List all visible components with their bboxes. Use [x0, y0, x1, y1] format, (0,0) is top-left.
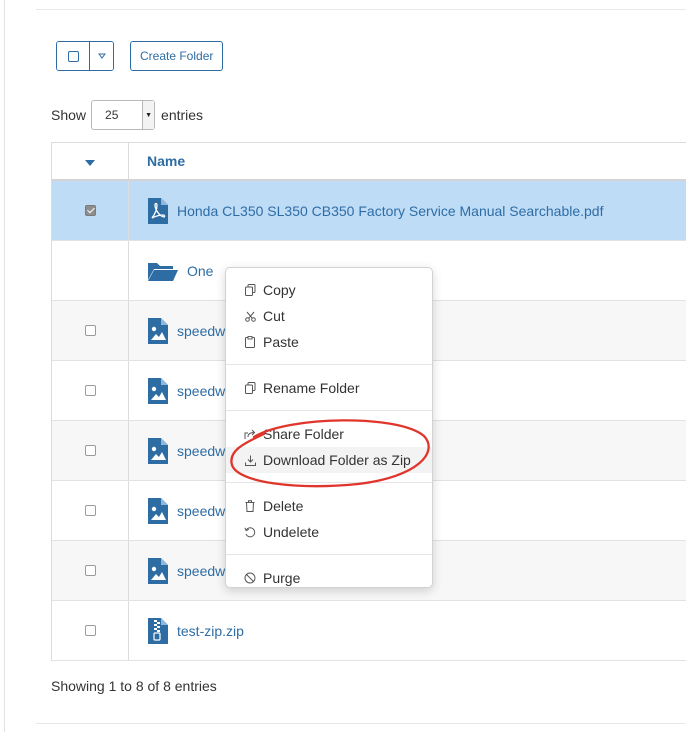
row-checkbox-cell [52, 241, 129, 300]
page-size-value: 25 [105, 108, 119, 122]
row-checkbox-cell [52, 361, 129, 420]
context-menu: Copy Cut Paste Rename Folder Share Folde… [225, 267, 433, 588]
row-checkbox-cell [52, 601, 129, 660]
table-header-row: Name [52, 143, 686, 181]
menu-item-cut[interactable]: Cut [226, 303, 432, 329]
checkbox-icon [67, 50, 79, 62]
ban-icon [244, 572, 256, 584]
sort-column-header[interactable] [52, 143, 129, 179]
select-all-checkbox-button[interactable] [57, 42, 89, 70]
image-file-icon [147, 557, 169, 585]
menu-item-purge[interactable]: Purge [226, 565, 432, 591]
row-checkbox[interactable] [84, 625, 96, 636]
menu-item-delete[interactable]: Delete [226, 493, 432, 519]
menu-item-label: Paste [263, 334, 299, 350]
select-arrow-icon: ▼ [142, 101, 155, 129]
table-info: Showing 1 to 8 of 8 entries [51, 678, 217, 694]
menu-item-label: Delete [263, 498, 304, 514]
image-file-icon [147, 317, 169, 345]
menu-item-undelete[interactable]: Undelete [226, 519, 432, 545]
menu-divider [226, 482, 432, 483]
menu-divider [226, 410, 432, 411]
row-checkbox[interactable] [84, 385, 96, 396]
file-name-link[interactable]: speedw [177, 383, 225, 399]
caret-down-icon [97, 53, 106, 59]
select-all-split-button [56, 41, 114, 71]
menu-divider [226, 554, 432, 555]
row-checkbox[interactable] [84, 445, 96, 456]
menu-item-label: Cut [263, 308, 285, 324]
download-icon [244, 454, 256, 466]
file-name-link[interactable]: test-zip.zip [177, 623, 244, 639]
top-divider [36, 9, 686, 10]
menu-item-copy[interactable]: Copy [226, 277, 432, 303]
row-checkbox-cell [52, 481, 129, 540]
name-cell: test-zip.zip [129, 601, 686, 660]
menu-item-download-folder-as-zip[interactable]: Download Folder as Zip [226, 447, 432, 473]
table-row[interactable]: test-zip.zip [52, 601, 686, 661]
page-size-select[interactable]: 25 ▼ [91, 100, 156, 130]
toolbar: Create Folder [56, 41, 224, 71]
file-name-link[interactable]: Honda CL350 SL350 CB350 Factory Service … [177, 203, 603, 219]
row-checkbox[interactable] [84, 325, 96, 336]
row-checkbox[interactable] [84, 505, 96, 516]
row-checkbox-cell [52, 421, 129, 480]
file-name-link[interactable]: speedw [177, 563, 225, 579]
name-column-header[interactable]: Name [129, 143, 686, 179]
zip-file-icon [147, 617, 169, 645]
image-file-icon [147, 377, 169, 405]
file-name-link[interactable]: speedw [177, 503, 225, 519]
menu-item-rename-folder[interactable]: Rename Folder [226, 375, 432, 401]
create-folder-button[interactable]: Create Folder [130, 41, 224, 71]
row-checkbox-cell [52, 301, 129, 360]
image-file-icon [147, 437, 169, 465]
trash-icon [244, 500, 256, 512]
entries-length-control: Show 25 ▼ entries [51, 100, 203, 130]
folder-open-icon [147, 260, 179, 282]
file-name-link[interactable]: speedw [177, 443, 225, 459]
rename-icon [244, 382, 256, 394]
undo-icon [244, 526, 256, 538]
file-name-link[interactable]: speedw [177, 323, 225, 339]
image-file-icon [147, 497, 169, 525]
clipboard-icon [244, 336, 256, 348]
folder-name-link[interactable]: One [187, 263, 213, 279]
bottom-divider [36, 723, 686, 724]
menu-item-label: Share Folder [263, 426, 344, 442]
show-label: Show [51, 107, 87, 123]
menu-item-label: Undelete [263, 524, 320, 540]
table-row[interactable]: Honda CL350 SL350 CB350 Factory Service … [52, 181, 686, 241]
menu-item-label: Rename Folder [263, 380, 360, 396]
row-checkbox[interactable] [84, 565, 96, 576]
row-checkbox[interactable] [84, 205, 96, 216]
page-left-border [4, 0, 5, 732]
row-checkbox-cell [52, 541, 129, 600]
pdf-icon [147, 197, 169, 225]
sort-desc-icon [85, 159, 95, 166]
menu-item-label: Copy [263, 282, 296, 298]
menu-item-label: Purge [263, 570, 301, 586]
menu-item-label: Download Folder as Zip [263, 452, 411, 468]
row-checkbox-cell [52, 181, 129, 240]
menu-item-paste[interactable]: Paste [226, 329, 432, 355]
entries-label: entries [161, 107, 204, 123]
name-cell: Honda CL350 SL350 CB350 Factory Service … [129, 181, 686, 240]
share-icon [244, 428, 256, 440]
menu-item-share-folder[interactable]: Share Folder [226, 421, 432, 447]
menu-divider [226, 364, 432, 365]
select-options-dropdown-button[interactable] [89, 42, 113, 70]
scissors-icon [244, 310, 256, 322]
copy-icon [244, 284, 256, 296]
